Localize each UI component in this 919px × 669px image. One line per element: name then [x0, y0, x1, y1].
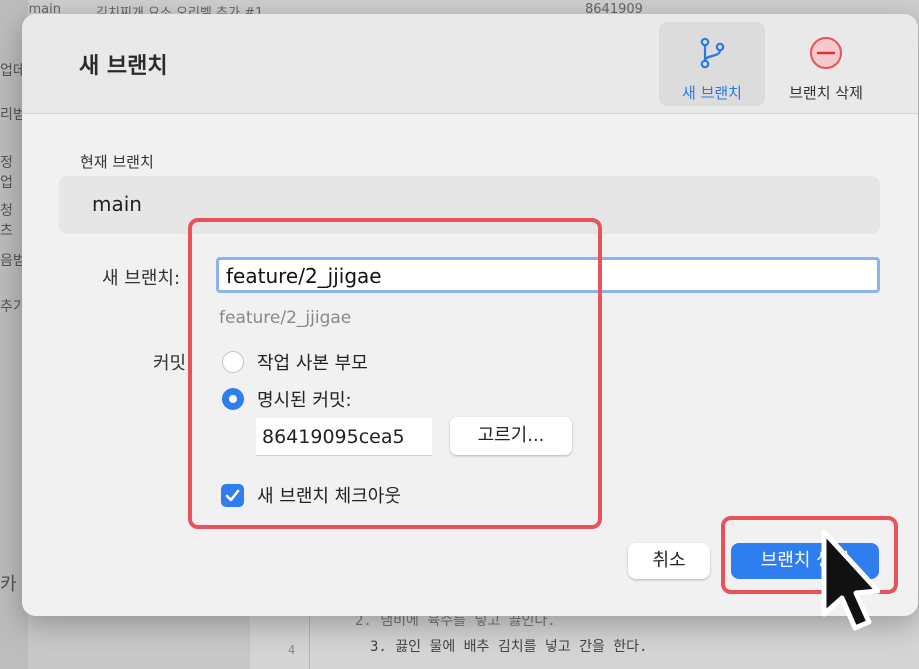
- checkout-checkbox[interactable]: [221, 484, 244, 507]
- new-branch-tab-label: 새 브랜치: [682, 84, 742, 102]
- current-branch-label: 현재 브랜치: [80, 153, 154, 171]
- delete-branch-tab-label: 브랜치 삭제: [789, 84, 863, 102]
- current-branch-field: main: [59, 176, 880, 234]
- line-number: 4: [288, 643, 296, 657]
- new-branch-name-input[interactable]: feature/2_jjigae: [216, 257, 880, 293]
- minus-circle-icon: [809, 36, 843, 74]
- commit-sha-field[interactable]: 86419095cea5: [256, 418, 432, 456]
- new-branch-name-preview: feature/2_jjigae: [219, 308, 352, 328]
- mouse-cursor-icon: [818, 528, 881, 652]
- choose-commit-button[interactable]: 고르기...: [450, 417, 572, 455]
- code-line: 3. 끓인 물에 배추 김치를 넣고 간을 한다.: [370, 639, 648, 655]
- new-branch-tab[interactable]: 새 브랜치: [659, 22, 765, 106]
- branch-icon: [697, 36, 727, 74]
- dialog-title: 새 브랜치: [79, 54, 168, 79]
- cancel-button[interactable]: 취소: [628, 543, 710, 579]
- new-branch-name-label: 새 브랜치:: [102, 268, 181, 289]
- current-branch-value: main: [92, 192, 142, 216]
- dialog-toolbar: 새 브랜치 새 브랜치 브랜치 삭제: [22, 14, 918, 114]
- checkout-label[interactable]: 새 브랜치 체크아웃: [257, 482, 401, 508]
- delete-branch-tab[interactable]: 브랜치 삭제: [770, 22, 882, 106]
- working-copy-parent-radio[interactable]: [222, 351, 244, 373]
- dialog-content: 현재 브랜치 main 새 브랜치: feature/2_jjigae feat…: [22, 114, 918, 616]
- specified-commit-radio[interactable]: [222, 388, 244, 410]
- new-branch-dialog: 새 브랜치 새 브랜치 브랜치 삭제 현재 브랜치 main 새 브랜치: fe…: [22, 14, 918, 616]
- commit-label: 커밋:: [153, 353, 193, 374]
- checkmark-icon: [225, 489, 240, 502]
- working-copy-parent-label[interactable]: 작업 사본 부모: [257, 349, 368, 375]
- specified-commit-label[interactable]: 명시된 커밋:: [257, 386, 352, 412]
